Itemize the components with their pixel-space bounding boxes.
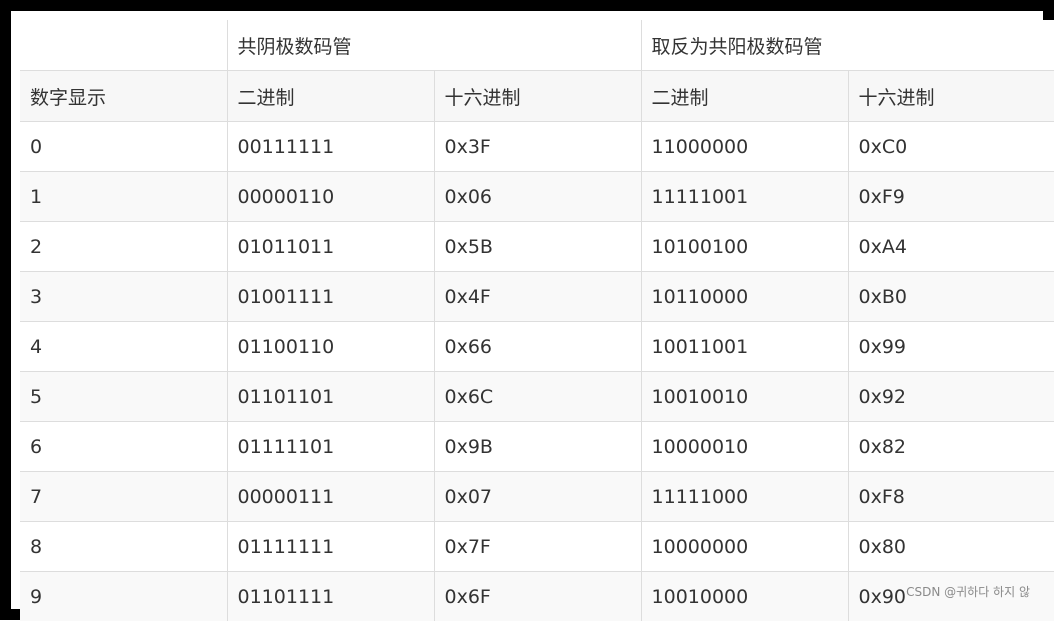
cathode-binary-cell: 01101111 xyxy=(227,572,434,621)
anode-binary-cell: 11111000 xyxy=(641,472,848,522)
anode-binary-cell: 10100100 xyxy=(641,222,848,272)
cathode-binary-cell: 01001111 xyxy=(227,272,434,322)
cathode-binary-cell: 00000110 xyxy=(227,172,434,222)
cathode-binary-cell: 01101101 xyxy=(227,372,434,422)
table-row: 0 00111111 0x3F 11000000 0xC0 xyxy=(20,122,1054,172)
cathode-binary-cell: 01111101 xyxy=(227,422,434,472)
cathode-binary-cell: 00000111 xyxy=(227,472,434,522)
anode-binary-cell: 11000000 xyxy=(641,122,848,172)
group-header-common-cathode: 共阴极数码管 xyxy=(227,20,641,71)
column-header-digit: 数字显示 xyxy=(20,71,227,122)
seven-segment-code-table: 共阴极数码管 取反为共阳极数码管 数字显示 二进制 十六进制 二进制 十六进制 … xyxy=(20,20,1054,621)
group-header-empty xyxy=(20,20,227,71)
csdn-watermark: CSDN @귀하다 하지 않 xyxy=(906,583,1030,600)
cathode-hex-cell: 0x6C xyxy=(434,372,641,422)
cathode-binary-cell: 01100110 xyxy=(227,322,434,372)
anode-hex-cell: 0xA4 xyxy=(848,222,1054,272)
digit-cell: 5 xyxy=(20,372,227,422)
digit-cell: 8 xyxy=(20,522,227,572)
column-header-anode-hex: 十六进制 xyxy=(848,71,1054,122)
digit-cell: 6 xyxy=(20,422,227,472)
anode-hex-cell: 0xC0 xyxy=(848,122,1054,172)
table-row: 4 01100110 0x66 10011001 0x99 xyxy=(20,322,1054,372)
table-row: 7 00000111 0x07 11111000 0xF8 xyxy=(20,472,1054,522)
digit-cell: 4 xyxy=(20,322,227,372)
cathode-hex-cell: 0x4F xyxy=(434,272,641,322)
anode-hex-cell: 0x99 xyxy=(848,322,1054,372)
digit-cell: 9 xyxy=(20,572,227,621)
table-row: 1 00000110 0x06 11111001 0xF9 xyxy=(20,172,1054,222)
column-header-anode-binary: 二进制 xyxy=(641,71,848,122)
anode-hex-cell: 0xF8 xyxy=(848,472,1054,522)
anode-binary-cell: 11111001 xyxy=(641,172,848,222)
column-header-cathode-hex: 十六进制 xyxy=(434,71,641,122)
anode-hex-cell: 0x92 xyxy=(848,372,1054,422)
anode-binary-cell: 10010000 xyxy=(641,572,848,621)
cathode-hex-cell: 0x5B xyxy=(434,222,641,272)
group-header-row: 共阴极数码管 取反为共阳极数码管 xyxy=(20,20,1054,71)
digit-cell: 0 xyxy=(20,122,227,172)
anode-binary-cell: 10110000 xyxy=(641,272,848,322)
cathode-hex-cell: 0x07 xyxy=(434,472,641,522)
cathode-binary-cell: 01111111 xyxy=(227,522,434,572)
cathode-binary-cell: 01011011 xyxy=(227,222,434,272)
table-row: 2 01011011 0x5B 10100100 0xA4 xyxy=(20,222,1054,272)
cathode-hex-cell: 0x9B xyxy=(434,422,641,472)
cathode-hex-cell: 0x3F xyxy=(434,122,641,172)
cathode-hex-cell: 0x6F xyxy=(434,572,641,621)
anode-binary-cell: 10000010 xyxy=(641,422,848,472)
anode-hex-cell: 0xF9 xyxy=(848,172,1054,222)
anode-binary-cell: 10000000 xyxy=(641,522,848,572)
cathode-binary-cell: 00111111 xyxy=(227,122,434,172)
group-header-common-anode: 取反为共阳极数码管 xyxy=(641,20,1054,71)
cathode-hex-cell: 0x06 xyxy=(434,172,641,222)
digit-cell: 2 xyxy=(20,222,227,272)
anode-hex-cell: 0xB0 xyxy=(848,272,1054,322)
table-row: 9 01101111 0x6F 10010000 0x90 xyxy=(20,572,1054,621)
anode-binary-cell: 10011001 xyxy=(641,322,848,372)
digit-cell: 1 xyxy=(20,172,227,222)
digit-cell: 3 xyxy=(20,272,227,322)
digit-cell: 7 xyxy=(20,472,227,522)
screenshot-frame: 共阴极数码管 取反为共阳极数码管 数字显示 二进制 十六进制 二进制 十六进制 … xyxy=(0,0,1054,620)
table-row: 3 01001111 0x4F 10110000 0xB0 xyxy=(20,272,1054,322)
table-row: 6 01111101 0x9B 10000010 0x82 xyxy=(20,422,1054,472)
anode-hex-cell: 0x80 xyxy=(848,522,1054,572)
column-header-row: 数字显示 二进制 十六进制 二进制 十六进制 xyxy=(20,71,1054,122)
anode-binary-cell: 10010010 xyxy=(641,372,848,422)
anode-hex-cell: 0x82 xyxy=(848,422,1054,472)
cathode-hex-cell: 0x66 xyxy=(434,322,641,372)
table-row: 5 01101101 0x6C 10010010 0x92 xyxy=(20,372,1054,422)
column-header-cathode-binary: 二进制 xyxy=(227,71,434,122)
cathode-hex-cell: 0x7F xyxy=(434,522,641,572)
table-row: 8 01111111 0x7F 10000000 0x80 xyxy=(20,522,1054,572)
